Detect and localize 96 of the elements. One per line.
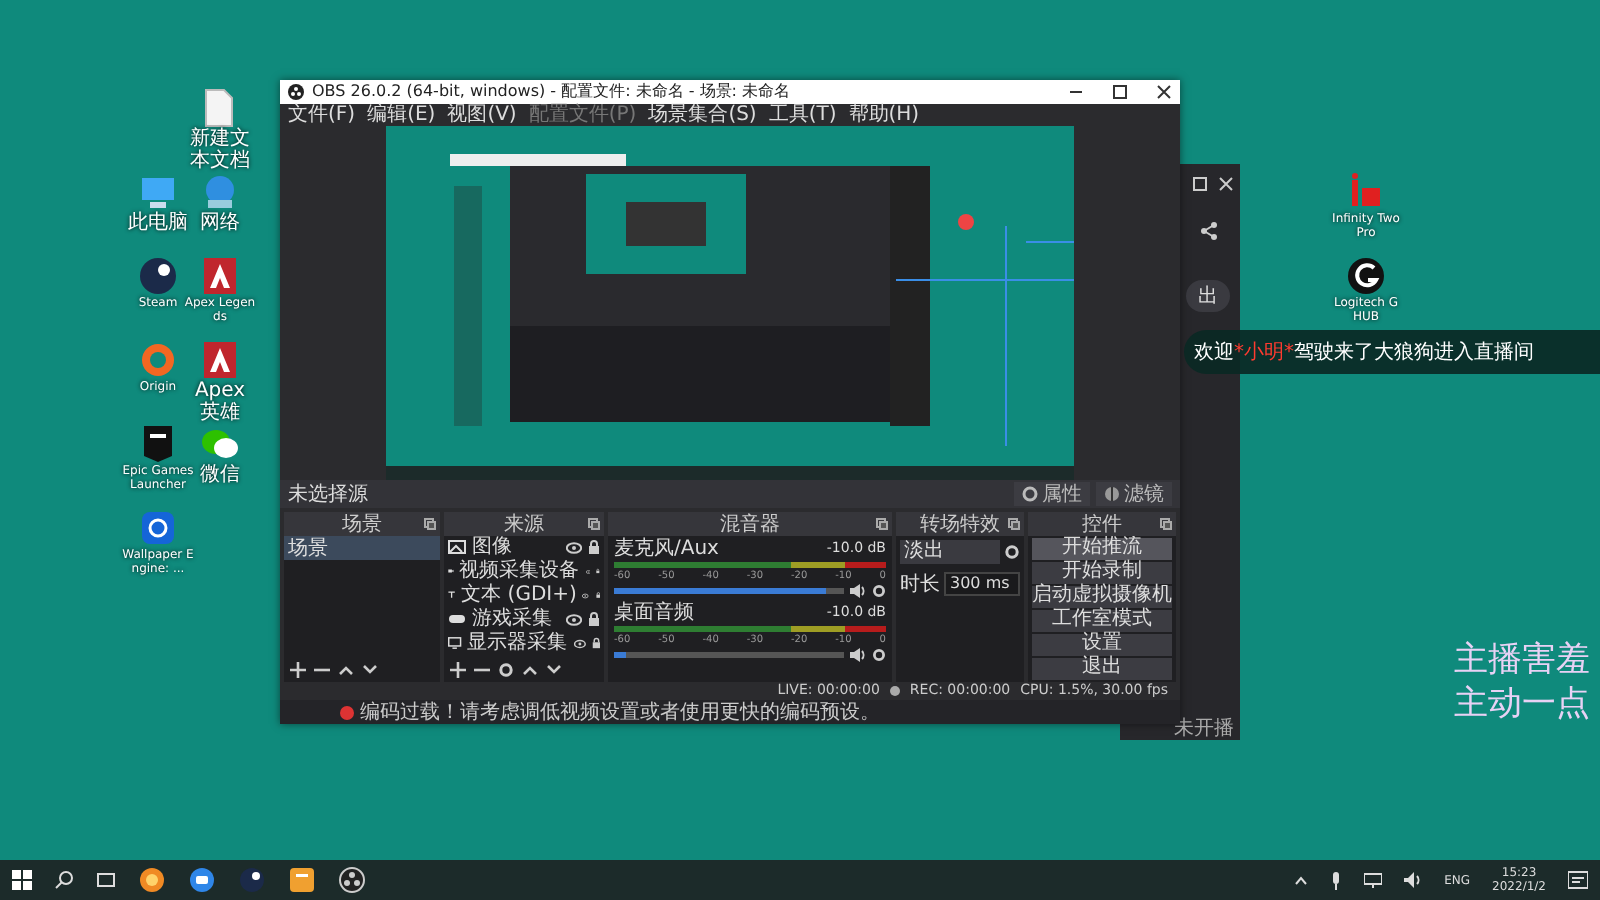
up-icon[interactable] <box>338 661 354 678</box>
ball-icon[interactable] <box>138 866 166 894</box>
circle-logo-icon <box>138 508 178 548</box>
icon-label[interactable]: 新建文本文档 <box>184 128 256 172</box>
notification-icon[interactable] <box>1568 870 1588 890</box>
panel-title: 转场特效 <box>920 511 1000 538</box>
i-logo-icon <box>1346 172 1386 212</box>
channel-name: 桌面音频 <box>614 601 694 624</box>
filters-button[interactable]: 滤镜 <box>1096 481 1172 506</box>
eye-icon[interactable] <box>573 637 586 650</box>
steam-icon[interactable] <box>238 866 266 894</box>
lock-icon[interactable] <box>588 540 600 555</box>
status-text: 未开播 <box>1174 718 1234 740</box>
control-button[interactable]: 退出 <box>1032 657 1172 680</box>
scene-item[interactable]: 场景 <box>284 535 440 560</box>
search-icon[interactable] <box>54 870 74 890</box>
ring-icon <box>138 340 178 380</box>
overlay-caption: 主动一点 <box>1454 684 1590 724</box>
epic-logo-icon <box>138 424 178 464</box>
undock-icon <box>1160 517 1172 530</box>
plus-icon[interactable] <box>450 661 466 678</box>
menu-item[interactable]: 视图(V) <box>447 103 517 128</box>
duration-field[interactable]: 300 ms <box>944 571 1020 596</box>
control-button[interactable]: 设置 <box>1032 633 1172 656</box>
g-logo-icon <box>1346 256 1386 296</box>
up-icon[interactable] <box>522 661 538 678</box>
menu-item[interactable]: 帮助(H) <box>848 103 920 128</box>
obs-icon[interactable] <box>338 866 366 894</box>
image-icon <box>448 538 466 557</box>
gamepad-icon <box>448 610 466 629</box>
microphone-icon <box>1330 871 1343 889</box>
source-item[interactable]: 图像 <box>472 535 560 560</box>
lock-icon[interactable] <box>588 612 600 627</box>
warning-icon <box>340 705 354 719</box>
duration-label: 时长 <box>900 571 940 598</box>
source-item[interactable]: 文本 (GDI+) <box>461 583 577 608</box>
eye-icon[interactable] <box>566 541 582 554</box>
lock-icon[interactable] <box>595 588 600 603</box>
window-title: OBS 26.0.2 (64-bit, windows) - 配置文件: 未命名 - 场景: 未命名 <box>312 80 793 103</box>
chat-icon[interactable] <box>188 866 216 894</box>
monitor-icon <box>448 634 462 653</box>
close-icon <box>1218 176 1234 192</box>
speaker-icon[interactable] <box>850 583 866 598</box>
overlay-caption: 主播害羞 <box>1454 640 1590 680</box>
lock-icon[interactable] <box>591 636 600 651</box>
menu-item[interactable]: 工具(T) <box>768 103 837 128</box>
eye-icon[interactable] <box>582 589 590 602</box>
close-icon[interactable] <box>1156 83 1172 100</box>
source-item[interactable]: 视频采集设备 <box>459 559 580 584</box>
plus-icon[interactable] <box>290 661 306 678</box>
panel-title: 场景 <box>342 511 382 538</box>
a-logo-icon <box>200 256 240 296</box>
windows-start-icon[interactable] <box>12 870 32 890</box>
icon-label[interactable]: Apex 英雄 <box>184 380 256 424</box>
chat-bubbles-icon <box>200 424 240 464</box>
volume-slider[interactable] <box>614 651 844 658</box>
no-source-label: 未选择源 <box>288 481 370 508</box>
monitor-icon <box>138 172 178 212</box>
control-button[interactable]: 启动虚拟摄像机 <box>1032 585 1172 608</box>
menu-item[interactable]: 场景集合(S) <box>648 103 757 128</box>
maximize-icon[interactable] <box>1112 83 1128 100</box>
panel-title: 混音器 <box>720 511 780 538</box>
volume-icon <box>1404 872 1423 888</box>
filter-icon <box>1104 485 1120 502</box>
channel-name: 麦克风/Aux <box>614 537 719 560</box>
panel-title: 控件 <box>1082 511 1122 536</box>
task-view-icon[interactable] <box>96 870 116 890</box>
share-icon <box>1200 222 1218 240</box>
eye-icon[interactable] <box>566 613 582 626</box>
steam-icon <box>138 256 178 296</box>
down-icon[interactable] <box>362 661 378 678</box>
properties-button[interactable]: 属性 <box>1014 481 1090 506</box>
volume-fill[interactable] <box>614 651 626 658</box>
menu-item[interactable]: 文件(F) <box>288 103 356 128</box>
warning-message: 编码过载！请考虑调低视频设置或者使用更快的编码预设。 <box>360 699 880 726</box>
control-button[interactable]: 开始录制 <box>1032 561 1172 584</box>
maximize-icon <box>1192 176 1208 192</box>
down-icon[interactable] <box>546 661 562 678</box>
exit-button[interactable]: 出 <box>1186 280 1230 312</box>
undock-icon <box>876 517 888 530</box>
control-button[interactable]: 开始推流 <box>1032 537 1172 560</box>
undock-icon <box>588 517 600 530</box>
source-item[interactable]: 显示器采集 <box>467 631 568 656</box>
speaker-icon[interactable] <box>850 647 866 662</box>
control-button[interactable]: 工作室模式 <box>1032 609 1172 632</box>
source-item[interactable]: 游戏采集 <box>472 607 560 632</box>
record-dot-icon <box>889 685 900 696</box>
panel-title: 来源 <box>504 511 544 536</box>
caret-up-icon <box>1294 873 1309 887</box>
undock-icon <box>424 517 436 530</box>
notes-icon[interactable] <box>288 866 316 894</box>
a-logo-icon <box>200 340 240 380</box>
undock-icon <box>1008 517 1020 530</box>
chat-message: 欢迎*小明*驾驶来了大狼狗进入直播间 <box>1194 339 1534 366</box>
menu-item[interactable]: 编辑(E) <box>367 103 436 128</box>
transition-select[interactable]: 淡出 <box>900 539 1000 564</box>
